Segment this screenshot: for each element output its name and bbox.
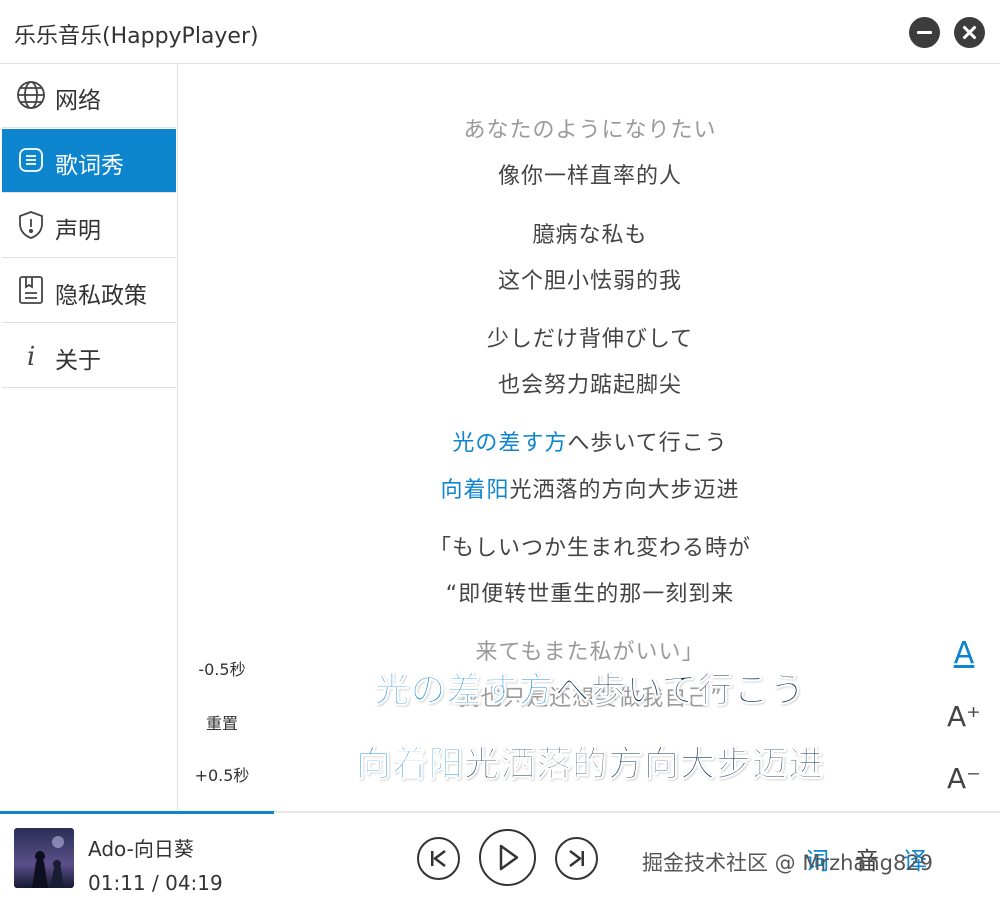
sidebar-item-lyrics[interactable]: 歌词秀 — [2, 129, 176, 193]
lyric-rest: 光洒落的方向大步迈进 — [509, 478, 740, 503]
lyric-line: “即便转世重生的那一刻到来 — [445, 582, 735, 607]
lyric-line: 这个胆小怯弱的我 — [497, 269, 682, 294]
lyric-line: 「もしいつか生まれ変わる時が — [428, 536, 751, 561]
lyric-line: あなたのようになりたい — [463, 118, 717, 143]
desktop-lyric-line-2: 向着阳光洒落的方向大步迈进 — [180, 736, 1000, 787]
window-title: 乐乐音乐(HappyPlayer) — [14, 24, 259, 49]
globe-icon — [17, 81, 45, 109]
lyric-line: 臆病な私も — [532, 223, 648, 248]
svg-text:i: i — [27, 342, 35, 371]
desktop-lyric-line-1: 光の差す方へ歩いて行こう — [180, 662, 1000, 713]
shield-icon — [19, 211, 43, 239]
desktop-lyric-unsung: へ歩いて行こう — [554, 671, 806, 712]
lyric-line-current: 光の差す方へ歩いて行こう — [180, 425, 1000, 457]
previous-button[interactable] — [417, 837, 460, 880]
sidebar-item-label: 歌词秀 — [55, 153, 124, 179]
next-icon — [569, 850, 584, 867]
lyrics-icon — [19, 148, 43, 172]
policy-icon — [19, 276, 43, 304]
sidebar-item-statement[interactable]: 声明 — [2, 194, 176, 258]
lyric-highlight: 向着阳 — [440, 478, 510, 503]
app-window: 乐乐音乐(HappyPlayer) 网络 歌词秀 声明 隐私政策 i 关于 あな… — [0, 0, 1000, 900]
sidebar: 网络 歌词秀 声明 隐私政策 i 关于 — [0, 64, 178, 812]
sidebar-item-about[interactable]: i 关于 — [2, 324, 176, 388]
sidebar-item-label: 声明 — [55, 218, 101, 244]
desktop-lyric-sung: 向着阳 — [355, 745, 464, 786]
offset-reset-button[interactable]: 重置 — [180, 710, 264, 734]
info-icon: i — [27, 342, 35, 371]
lyric-highlight: 光の差す方 — [452, 431, 568, 456]
play-icon — [499, 844, 519, 871]
album-cover[interactable] — [14, 828, 74, 888]
sidebar-item-label: 隐私政策 — [55, 283, 147, 309]
lyric-line: 少しだけ背伸びして — [486, 327, 694, 352]
sidebar-item-privacy[interactable]: 隐私政策 — [2, 259, 176, 323]
desktop-lyric-sung: 光の差す方 — [374, 671, 555, 712]
minimize-icon[interactable] — [909, 17, 940, 48]
lyric-line: 也会努力踮起脚尖 — [497, 373, 682, 398]
song-time: 01:11 / 04:19 — [88, 871, 223, 895]
desktop-lyric-unsung: 光洒落的方向大步迈进 — [463, 745, 825, 786]
lyric-line: 像你一样直率的人 — [497, 164, 682, 189]
sidebar-item-network[interactable]: 网络 — [2, 64, 176, 128]
title-bar[interactable]: 乐乐音乐(HappyPlayer) — [0, 0, 1000, 64]
sidebar-item-label: 关于 — [55, 348, 101, 374]
next-button[interactable] — [555, 837, 598, 880]
previous-icon — [431, 850, 446, 867]
play-button[interactable] — [479, 829, 536, 886]
lyric-rest: へ歩いて行こう — [567, 431, 728, 456]
sidebar-item-label: 网络 — [55, 88, 101, 114]
song-title: Ado-向日葵 — [88, 837, 194, 861]
lyric-line-current-translation: 向着阳光洒落的方向大步迈进 — [180, 472, 1000, 504]
watermark: 掘金技术社区 @ Mrzhang829 — [642, 851, 934, 875]
close-icon[interactable] — [954, 17, 985, 48]
player-bar: Ado-向日葵 01:11 / 04:19 词 音 译 掘金技术社区 @ Mrz… — [0, 814, 1000, 900]
